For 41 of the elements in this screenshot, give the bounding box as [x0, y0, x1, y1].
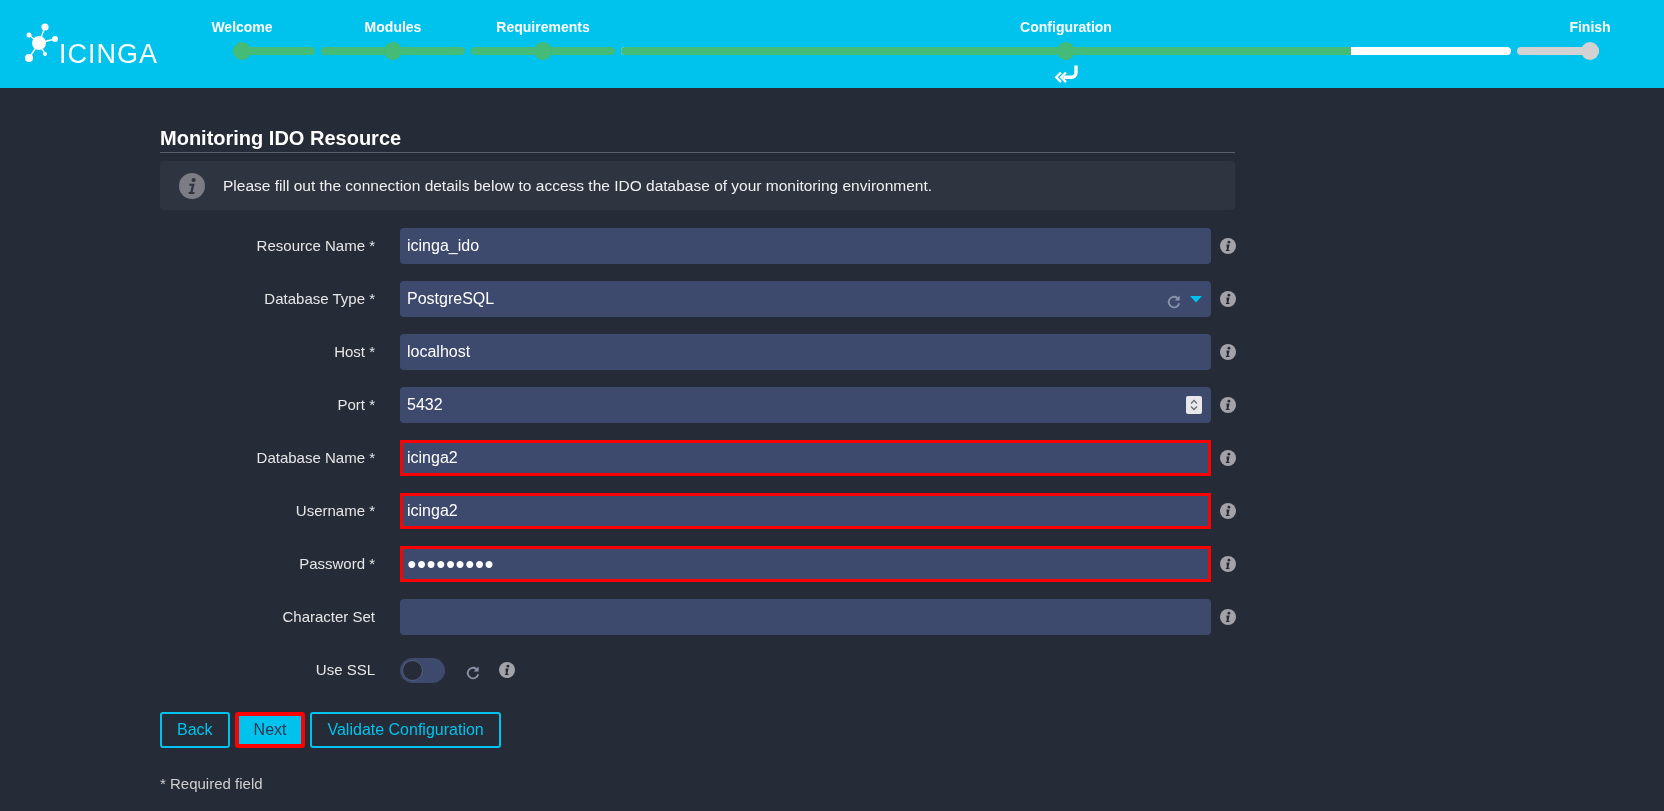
field-label: Character Set — [281, 606, 375, 627]
field-label: Username * — [294, 500, 375, 521]
input-field[interactable]: icinga2 — [400, 440, 1211, 476]
spinner-icon[interactable] — [1186, 396, 1202, 414]
info-icon[interactable] — [1220, 556, 1236, 572]
field-label: Resource Name * — [255, 235, 375, 256]
input-field[interactable]: icinga2 — [400, 493, 1211, 529]
number-field[interactable]: 5432 — [400, 387, 1211, 423]
info-icon[interactable] — [1220, 397, 1236, 413]
logo-icon — [22, 22, 58, 62]
info-icon[interactable] — [1220, 291, 1236, 307]
toggle-switch[interactable] — [400, 657, 445, 683]
info-icon[interactable] — [1220, 609, 1236, 625]
field-label: Host * — [333, 341, 375, 362]
section-title: Monitoring IDO Resource — [160, 126, 1235, 153]
input-field[interactable]: icinga_ido — [400, 228, 1211, 264]
info-icon — [179, 172, 205, 199]
notice-text: Please fill out the connection details below to access the IDO database of your monitoring environment. — [223, 175, 933, 196]
reload-icon — [1166, 293, 1181, 309]
info-icon[interactable] — [1220, 238, 1236, 254]
field-label: Use SSL — [314, 659, 375, 680]
password-field[interactable]: ●●●●●●●●● — [400, 546, 1211, 582]
info-icon[interactable] — [499, 662, 515, 678]
logo-text: ICINGA — [59, 39, 158, 69]
field-label: Password * — [298, 553, 375, 574]
info-icon[interactable] — [1220, 344, 1236, 360]
required-note: * Required field — [160, 774, 264, 794]
info-icon[interactable] — [1220, 503, 1236, 519]
input-field[interactable] — [400, 599, 1211, 635]
caret-down-icon[interactable] — [1190, 295, 1202, 303]
step-dot-icon — [1057, 42, 1075, 60]
outline-button[interactable]: Back — [160, 712, 230, 748]
dropdown-field[interactable]: PostgreSQL — [400, 281, 1211, 317]
field-label: Database Name * — [255, 447, 375, 468]
field-label: Database Type * — [263, 288, 375, 309]
input-field[interactable]: localhost — [400, 334, 1211, 370]
next-button[interactable]: Next — [234, 712, 306, 748]
outline-button[interactable]: Validate Configuration — [310, 712, 501, 748]
field-label: Port * — [336, 394, 375, 415]
info-icon[interactable] — [1220, 450, 1236, 466]
reload-icon — [465, 664, 480, 680]
